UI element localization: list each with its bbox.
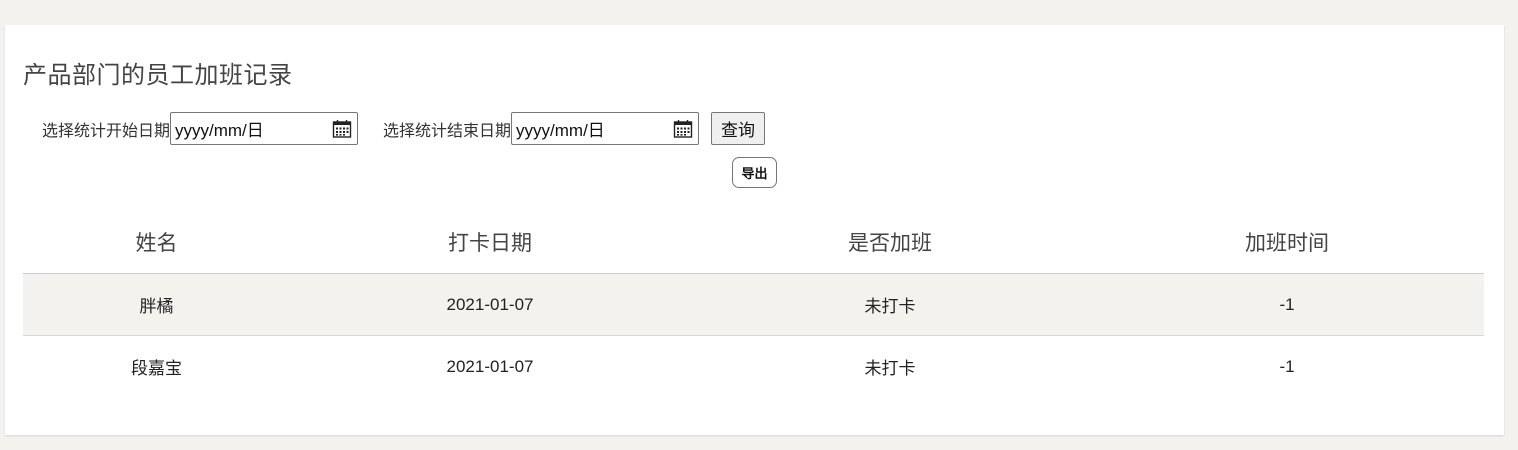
date-filter-row: 选择统计开始日期 yyyy/mm/日 选择统计结束日期 yyyy/mm/日 查询 [42,112,766,145]
overtime-table: 姓名 打卡日期 是否加班 加班时间 胖橘 2021-01-07 未打卡 -1 段… [23,211,1484,397]
export-button[interactable]: 导出 [732,157,777,188]
column-header-overtime-hours: 加班时间 [1245,231,1329,255]
cell-date: 2021-01-07 [446,356,534,376]
calendar-icon[interactable] [332,119,352,139]
table-row: 胖橘 2021-01-07 未打卡 -1 [23,274,1484,336]
cell-name: 段嘉宝 [131,359,182,379]
end-date-label: 选择统计结束日期 [383,120,512,140]
records-card: 产品部门的员工加班记录 选择统计开始日期 yyyy/mm/日 选择统计结束日期 … [5,25,1504,435]
cell-date: 2021-01-07 [446,294,534,314]
column-header-date: 打卡日期 [448,231,532,255]
query-button[interactable]: 查询 [711,112,766,145]
cell-overtime-status: 未打卡 [864,297,916,317]
calendar-icon[interactable] [673,119,693,139]
cell-overtime-status: 未打卡 [864,359,916,379]
start-date-label: 选择统计开始日期 [42,120,171,140]
table-row: 段嘉宝 2021-01-07 未打卡 -1 [23,336,1484,397]
end-date-value: yyyy/mm/日 [516,121,605,140]
start-date-value: yyyy/mm/日 [175,121,264,140]
cell-overtime-hours: -1 [1279,356,1295,376]
page-title: 产品部门的员工加班记录 [23,61,293,89]
column-header-overtime: 是否加班 [848,231,932,255]
cell-name: 胖橘 [139,297,174,317]
column-header-name: 姓名 [135,231,178,255]
start-date-input[interactable]: yyyy/mm/日 [170,112,359,145]
end-date-input[interactable]: yyyy/mm/日 [511,112,700,145]
cell-overtime-hours: -1 [1279,294,1295,314]
table-header: 姓名 打卡日期 是否加班 加班时间 [23,211,1484,274]
